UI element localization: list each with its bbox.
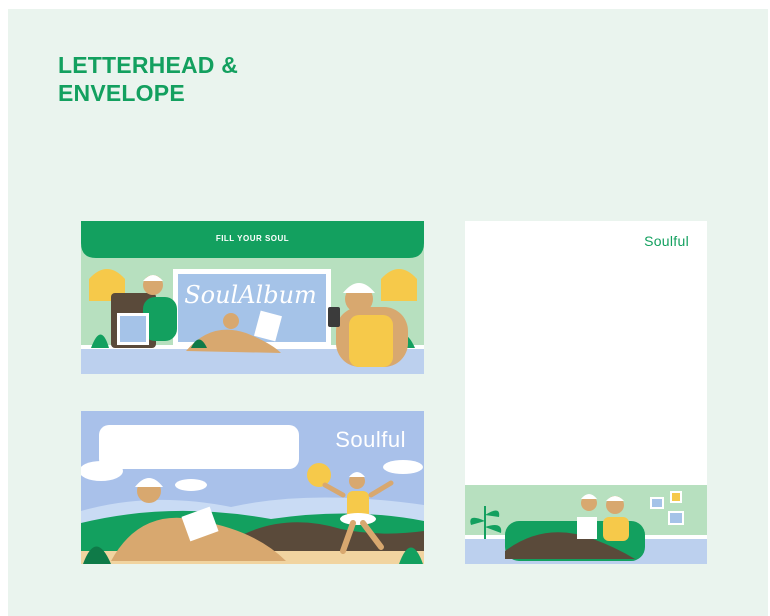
envelope-brand-logo: Soulful: [335, 427, 406, 452]
section-title: LETTERHEAD & ENVELOPE: [58, 51, 318, 107]
letterhead-illustration: [465, 485, 707, 564]
envelope-front: FILL YOUR SOUL SoulAlbum: [81, 221, 424, 374]
envelope-back: Soulful: [81, 411, 424, 564]
letterhead-brand-logo: Soulful: [644, 233, 689, 249]
section-title-line-2: ENVELOPE: [58, 80, 185, 106]
album-window-text: SoulAlbum: [184, 281, 317, 309]
letterhead-sheet: Soulful: [465, 221, 707, 564]
envelope-band-text: FILL YOUR SOUL: [215, 234, 290, 243]
section-title-line-1: LETTERHEAD &: [58, 52, 239, 78]
